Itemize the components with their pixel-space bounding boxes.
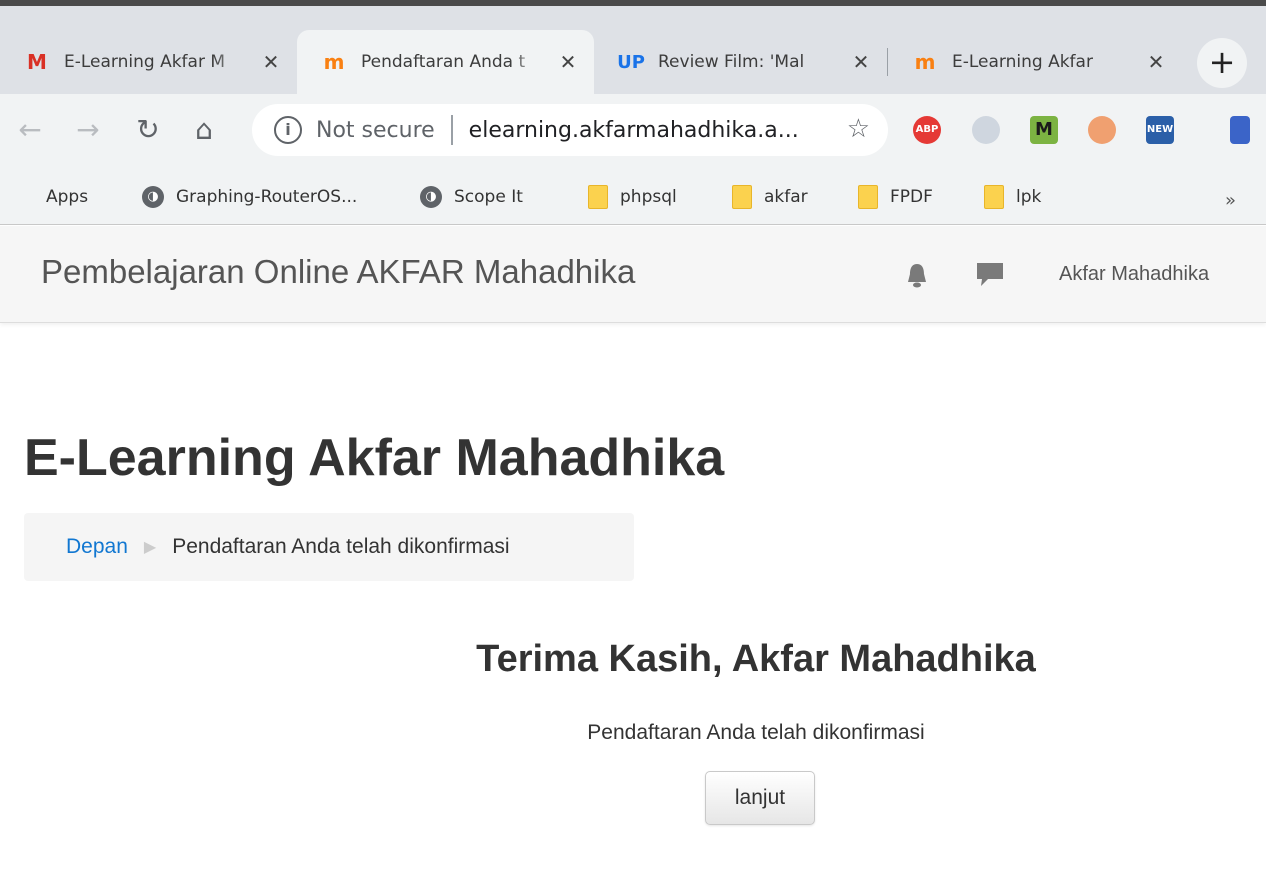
extension-overflow-icon[interactable] — [1230, 116, 1250, 144]
apps-grid-icon — [12, 186, 34, 208]
tab-elearning[interactable]: m E-Learning Akfar ✕ — [888, 30, 1182, 94]
forward-icon[interactable]: → — [68, 110, 108, 150]
moodle-icon: m — [323, 50, 345, 74]
bookmark-lpk[interactable]: lpk — [984, 182, 1041, 212]
extension-m-icon[interactable]: M — [1030, 116, 1058, 144]
folder-icon — [588, 185, 608, 209]
close-icon[interactable]: ✕ — [1144, 50, 1168, 74]
breadcrumb-current: Pendaftaran Anda telah dikonfirmasi — [172, 535, 510, 558]
bookmark-akfar[interactable]: akfar — [732, 182, 808, 212]
tab-title: E-Learning Akfar — [952, 52, 1093, 72]
bookmark-phpsql[interactable]: phpsql — [588, 182, 677, 212]
extension-new-icon[interactable]: NEW — [1146, 116, 1174, 144]
security-label: Not secure — [316, 117, 435, 143]
bookmark-apps[interactable]: Apps — [12, 182, 88, 212]
bookmark-label: phpsql — [620, 187, 677, 207]
tab-title: Review Film: 'Mal — [658, 52, 805, 72]
close-icon[interactable]: ✕ — [259, 50, 283, 74]
folder-icon — [858, 185, 878, 209]
user-menu[interactable]: Akfar Mahadhika — [1059, 263, 1209, 286]
bookmarks-overflow-icon[interactable]: » — [1225, 190, 1236, 211]
globe-icon: ◑ — [142, 186, 164, 208]
home-icon[interactable]: ⌂ — [184, 110, 224, 150]
chat-bubble-icon[interactable] — [974, 259, 1006, 289]
site-navbar: Pembelajaran Online AKFAR Mahadhika Akfa… — [0, 226, 1266, 323]
gmail-icon: M — [27, 50, 47, 74]
bookmark-graphing-routeros[interactable]: ◑ Graphing-RouterOS... — [142, 182, 357, 212]
info-icon[interactable]: i — [274, 116, 302, 144]
bookmark-label: FPDF — [890, 187, 933, 207]
bookmark-label: Apps — [46, 187, 89, 207]
moodle-icon: m — [914, 50, 936, 74]
uplift-icon: UP — [617, 51, 645, 73]
browser-chrome: M E-Learning Akfar M ✕ m Pendaftaran And… — [0, 0, 1266, 225]
bookmark-scope-it[interactable]: ◑ Scope It — [420, 182, 523, 212]
tab-gmail[interactable]: M E-Learning Akfar M ✕ — [0, 30, 297, 94]
window-top-border — [0, 0, 1266, 6]
breadcrumb-separator-icon: ▶ — [143, 539, 157, 556]
bookmark-label: Graphing-RouterOS... — [176, 187, 358, 207]
folder-icon — [732, 185, 752, 209]
browser-toolbar: ← → ↻ ⌂ i Not secure elearning.akfarmaha… — [0, 94, 1266, 168]
adblock-plus-icon[interactable]: ABP — [913, 116, 941, 144]
confirmation-message: Pendaftaran Anda telah dikonfirmasi — [587, 721, 925, 744]
bookmarks-bar: Apps ◑ Graphing-RouterOS... ◑ Scope It p… — [0, 168, 1266, 225]
url-text[interactable]: elearning.akfarmahadhika.a... — [469, 118, 799, 143]
continue-button[interactable]: lanjut — [705, 771, 815, 825]
address-bar[interactable]: i Not secure elearning.akfarmahadhika.a.… — [252, 104, 888, 156]
breadcrumb: Depan ▶ Pendaftaran Anda telah dikonfirm… — [24, 513, 634, 581]
extension-globe-icon[interactable] — [1088, 116, 1116, 144]
tab-strip: M E-Learning Akfar M ✕ m Pendaftaran And… — [0, 30, 1266, 94]
page-title: E-Learning Akfar Mahadhika — [24, 429, 725, 487]
bookmark-label: akfar — [764, 187, 808, 207]
tab-review-film[interactable]: UP Review Film: 'Mal ✕ — [594, 30, 887, 94]
site-brand[interactable]: Pembelajaran Online AKFAR Mahadhika — [41, 253, 635, 291]
globe-icon: ◑ — [420, 186, 442, 208]
reload-icon[interactable]: ↻ — [128, 110, 168, 150]
bell-icon[interactable] — [902, 260, 932, 290]
bookmark-star-icon[interactable]: ☆ — [847, 114, 870, 144]
bookmark-label: lpk — [1016, 187, 1042, 207]
bookmark-label: Scope It — [454, 187, 523, 207]
breadcrumb-home-link[interactable]: Depan — [66, 535, 128, 559]
folder-icon — [984, 185, 1004, 209]
new-tab-button[interactable]: + — [1197, 38, 1247, 88]
tab-title: Pendaftaran Anda t — [361, 52, 526, 72]
back-icon[interactable]: ← — [10, 110, 50, 150]
tab-pendaftaran[interactable]: m Pendaftaran Anda t ✕ — [297, 30, 594, 94]
tab-title: E-Learning Akfar M — [64, 52, 226, 72]
bookmark-fpdf[interactable]: FPDF — [858, 182, 933, 212]
close-icon[interactable]: ✕ — [556, 50, 580, 74]
extension-badge-icon[interactable] — [972, 116, 1000, 144]
thanks-heading: Terima Kasih, Akfar Mahadhika — [476, 638, 1036, 680]
omnibox-separator — [450, 115, 453, 145]
close-icon[interactable]: ✕ — [849, 50, 873, 74]
